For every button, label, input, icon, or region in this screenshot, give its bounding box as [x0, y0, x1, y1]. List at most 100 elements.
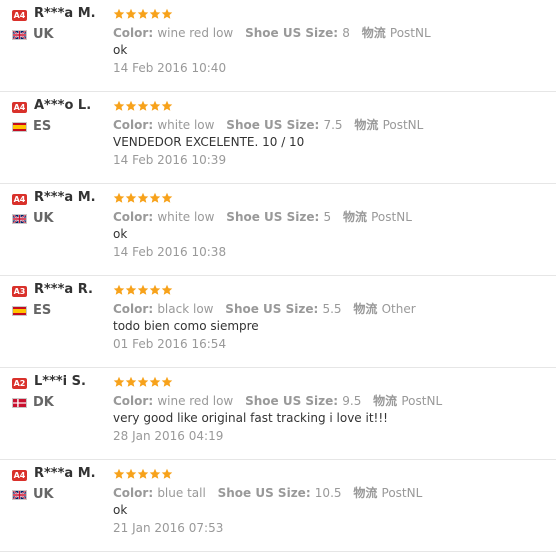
star-icon [161, 8, 173, 20]
color-value: wine red low [157, 26, 234, 40]
buyer-country: DK [33, 395, 54, 410]
color-value: white low [157, 210, 215, 224]
size-label: Shoe US Size: [225, 302, 323, 316]
color-label: Color: [113, 486, 158, 500]
review-comment: very good like original fast tracking i … [113, 411, 388, 425]
star-icon [161, 468, 173, 480]
country-flag-icon [12, 122, 27, 132]
review-item: A4 R***a M. UK Color: blue tall Shoe US … [0, 460, 556, 552]
size-label: Shoe US Size: [245, 394, 343, 408]
star-icon [137, 8, 149, 20]
review-date: 14 Feb 2016 10:38 [113, 245, 227, 259]
buyer-name: A***o L. [34, 98, 92, 113]
size-value: 9.5 [342, 394, 362, 408]
color-value: blue tall [157, 486, 206, 500]
color-label: Color: [113, 118, 158, 132]
order-attributes: Color: blue tall Shoe US Size: 10.5 物流 P… [113, 484, 422, 501]
buyer-name: R***a M. [34, 466, 96, 481]
star-icon [113, 8, 125, 20]
review-item: A2 L***i S. DK Color: wine red low Shoe … [0, 368, 556, 460]
logistics-label: 物流 [342, 210, 372, 224]
star-icon [161, 100, 173, 112]
buyer-level-badge: A4 [12, 470, 27, 481]
buyer-name: R***a R. [34, 282, 93, 297]
star-rating [113, 284, 173, 296]
review-item: A4 R***a M. UK Color: white low Shoe US … [0, 184, 556, 276]
logistics-value: PostNL [371, 210, 412, 224]
buyer-country: ES [33, 303, 52, 318]
size-value: 7.5 [323, 118, 343, 132]
buyer-country: ES [33, 119, 52, 134]
star-icon [149, 100, 161, 112]
star-icon [137, 376, 149, 388]
star-rating [113, 376, 173, 388]
country-flag-icon [12, 398, 27, 408]
star-icon [149, 376, 161, 388]
star-icon [149, 284, 161, 296]
logistics-label: 物流 [373, 394, 402, 408]
logistics-value: Other [381, 302, 416, 316]
review-date: 01 Feb 2016 16:54 [113, 337, 227, 351]
review-comment: ok [113, 503, 128, 517]
buyer-level-badge: A2 [12, 378, 27, 389]
review-comment: VENDEDOR EXCELENTE. 10 / 10 [113, 135, 305, 149]
color-label: Color: [113, 26, 158, 40]
review-comment: todo bien como siempre [113, 319, 259, 333]
star-rating [113, 192, 173, 204]
order-attributes: Color: black low Shoe US Size: 5.5 物流 Ot… [113, 300, 416, 317]
logistics-label: 物流 [353, 302, 382, 316]
star-icon [125, 376, 137, 388]
star-icon [113, 376, 125, 388]
order-attributes: Color: wine red low Shoe US Size: 8 物流 P… [113, 24, 431, 41]
order-attributes: Color: white low Shoe US Size: 7.5 物流 Po… [113, 116, 423, 133]
logistics-value: PostNL [382, 118, 424, 132]
review-date: 14 Feb 2016 10:40 [113, 61, 227, 75]
size-label: Shoe US Size: [226, 118, 324, 132]
star-icon [125, 284, 137, 296]
star-icon [113, 468, 125, 480]
size-value: 10.5 [314, 486, 342, 500]
logistics-value: PostNL [389, 26, 431, 40]
star-icon [125, 192, 137, 204]
star-icon [125, 8, 137, 20]
buyer-level-badge: A3 [12, 286, 27, 297]
review-date: 14 Feb 2016 10:39 [113, 153, 227, 167]
feedback-list: A4 R***a M. UK Color: wine red low Shoe … [0, 0, 556, 552]
star-rating [113, 100, 173, 112]
star-icon [149, 192, 161, 204]
color-label: Color: [113, 394, 158, 408]
color-value: wine red low [157, 394, 234, 408]
logistics-label: 物流 [354, 118, 383, 132]
size-value: 5 [323, 210, 332, 224]
star-rating [113, 468, 173, 480]
star-icon [125, 100, 137, 112]
country-flag-icon [12, 490, 27, 500]
star-rating [113, 8, 173, 20]
star-icon [161, 376, 173, 388]
star-icon [137, 192, 149, 204]
logistics-label: 物流 [361, 26, 390, 40]
buyer-level-badge: A4 [12, 102, 27, 113]
color-label: Color: [113, 302, 158, 316]
size-value: 5.5 [322, 302, 342, 316]
country-flag-icon [12, 306, 27, 316]
logistics-value: PostNL [381, 486, 423, 500]
star-icon [137, 468, 149, 480]
review-item: A4 R***a M. UK Color: wine red low Shoe … [0, 0, 556, 92]
star-icon [125, 468, 137, 480]
buyer-country: UK [33, 211, 54, 226]
color-label: Color: [113, 210, 158, 224]
star-icon [161, 284, 173, 296]
star-icon [149, 468, 161, 480]
review-date: 28 Jan 2016 04:19 [113, 429, 224, 443]
country-flag-icon [12, 30, 27, 40]
order-attributes: Color: white low Shoe US Size: 5 物流 Post… [113, 208, 412, 225]
review-date: 21 Jan 2016 07:53 [113, 521, 224, 535]
review-item: A3 R***a R. ES Color: black low Shoe US … [0, 276, 556, 368]
buyer-country: UK [33, 487, 54, 502]
color-value: white low [157, 118, 215, 132]
star-icon [149, 8, 161, 20]
logistics-value: PostNL [401, 394, 443, 408]
size-label: Shoe US Size: [226, 210, 324, 224]
buyer-name: L***i S. [34, 374, 86, 389]
